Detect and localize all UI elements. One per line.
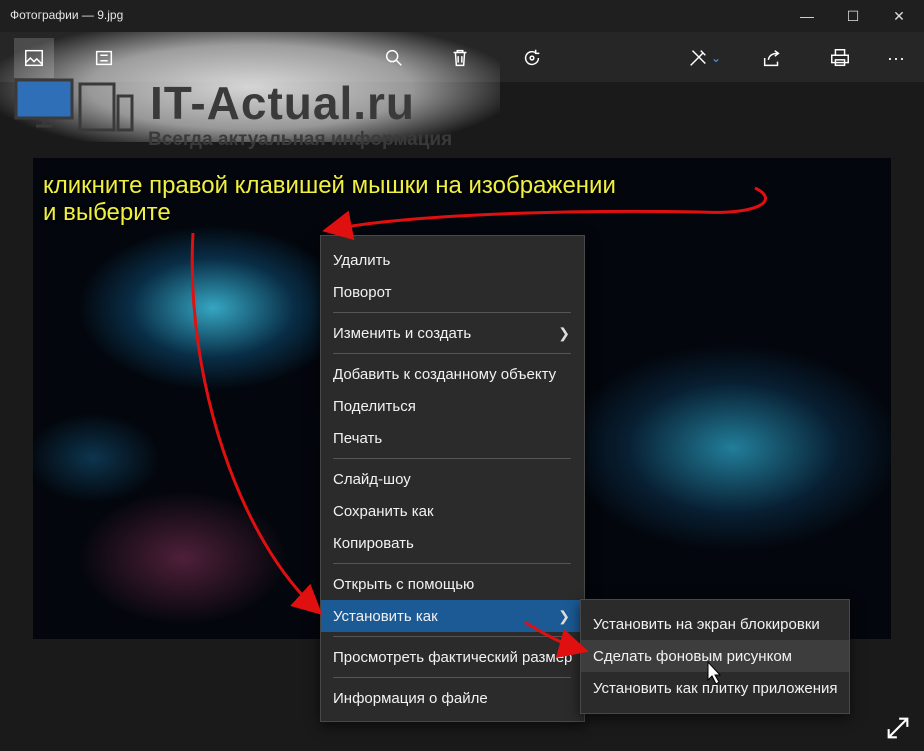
edit-create-button[interactable]: ⌄ xyxy=(680,38,728,78)
share-icon xyxy=(763,50,780,67)
submenu-item-app-tile[interactable]: Установить как плитку приложения xyxy=(581,672,849,704)
menu-item-print[interactable]: Печать xyxy=(321,422,584,454)
minimize-button[interactable]: — xyxy=(784,0,830,32)
annotation-line-1: кликните правой клавишей мышки на изобра… xyxy=(43,172,616,199)
chevron-right-icon: ❯ xyxy=(558,608,570,624)
chevron-down-icon: ⌄ xyxy=(710,51,722,65)
title-bar: Фотографии — 9.jpg — ☐ ✕ xyxy=(0,0,924,32)
menu-item-label: Изменить и создать xyxy=(333,324,472,342)
menu-divider xyxy=(333,636,571,637)
menu-item-actual-size[interactable]: Просмотреть фактический размер xyxy=(321,641,584,673)
chevron-right-icon: ❯ xyxy=(558,325,570,341)
menu-item-rotate[interactable]: Поворот xyxy=(321,276,584,308)
menu-divider xyxy=(333,312,571,313)
menu-item-copy[interactable]: Копировать xyxy=(321,527,584,559)
print-icon xyxy=(831,49,849,67)
maximize-button[interactable]: ☐ xyxy=(830,0,876,32)
menu-item-label: Установить как xyxy=(333,607,438,625)
menu-item-add-to-creation[interactable]: Добавить к созданному объекту xyxy=(321,358,584,390)
more-icon: ··· xyxy=(887,47,905,68)
close-icon: ✕ xyxy=(893,7,905,24)
menu-item-slideshow[interactable]: Слайд-шоу xyxy=(321,463,584,495)
menu-divider xyxy=(333,353,571,354)
print-button[interactable] xyxy=(820,38,860,78)
instruction-annotation: кликните правой клавишей мышки на изобра… xyxy=(43,172,616,226)
more-button[interactable]: ··· xyxy=(876,38,916,78)
submenu-item-lock-screen[interactable]: Установить на экран блокировки xyxy=(581,608,849,640)
menu-item-edit-create[interactable]: Изменить и создать ❯ xyxy=(321,317,584,349)
menu-divider xyxy=(333,677,571,678)
menu-item-save-as[interactable]: Сохранить как xyxy=(321,495,584,527)
menu-divider xyxy=(333,563,571,564)
watermark-logo: IT-Actual.ru Всегда актуальная информаци… xyxy=(0,32,500,150)
context-menu: Удалить Поворот Изменить и создать ❯ Доб… xyxy=(320,235,585,722)
share-button[interactable] xyxy=(752,38,792,78)
menu-item-file-info[interactable]: Информация о файле xyxy=(321,682,584,714)
close-button[interactable]: ✕ xyxy=(876,0,922,32)
menu-item-delete[interactable]: Удалить xyxy=(321,244,584,276)
devices-icon xyxy=(14,78,134,132)
watermark-subtitle: Всегда актуальная информация xyxy=(148,129,453,150)
minimize-icon: — xyxy=(800,8,814,24)
menu-divider xyxy=(333,458,571,459)
maximize-icon: ☐ xyxy=(846,7,860,24)
menu-item-share[interactable]: Поделиться xyxy=(321,390,584,422)
edit-create-icon xyxy=(690,50,706,66)
submenu-item-set-wallpaper[interactable]: Сделать фоновым рисунком xyxy=(581,640,849,672)
set-as-submenu: Установить на экран блокировки Сделать ф… xyxy=(580,599,850,714)
menu-item-open-with[interactable]: Открыть с помощью xyxy=(321,568,584,600)
annotation-line-2: и выберите xyxy=(43,199,171,226)
menu-item-set-as[interactable]: Установить как ❯ xyxy=(321,600,584,632)
rotate-icon xyxy=(524,49,540,66)
rotate-button[interactable] xyxy=(512,38,552,78)
watermark-title: IT-Actual.ru xyxy=(150,77,416,129)
fullscreen-expand-icon[interactable] xyxy=(884,714,912,742)
window-title: Фотографии — 9.jpg xyxy=(10,8,124,22)
